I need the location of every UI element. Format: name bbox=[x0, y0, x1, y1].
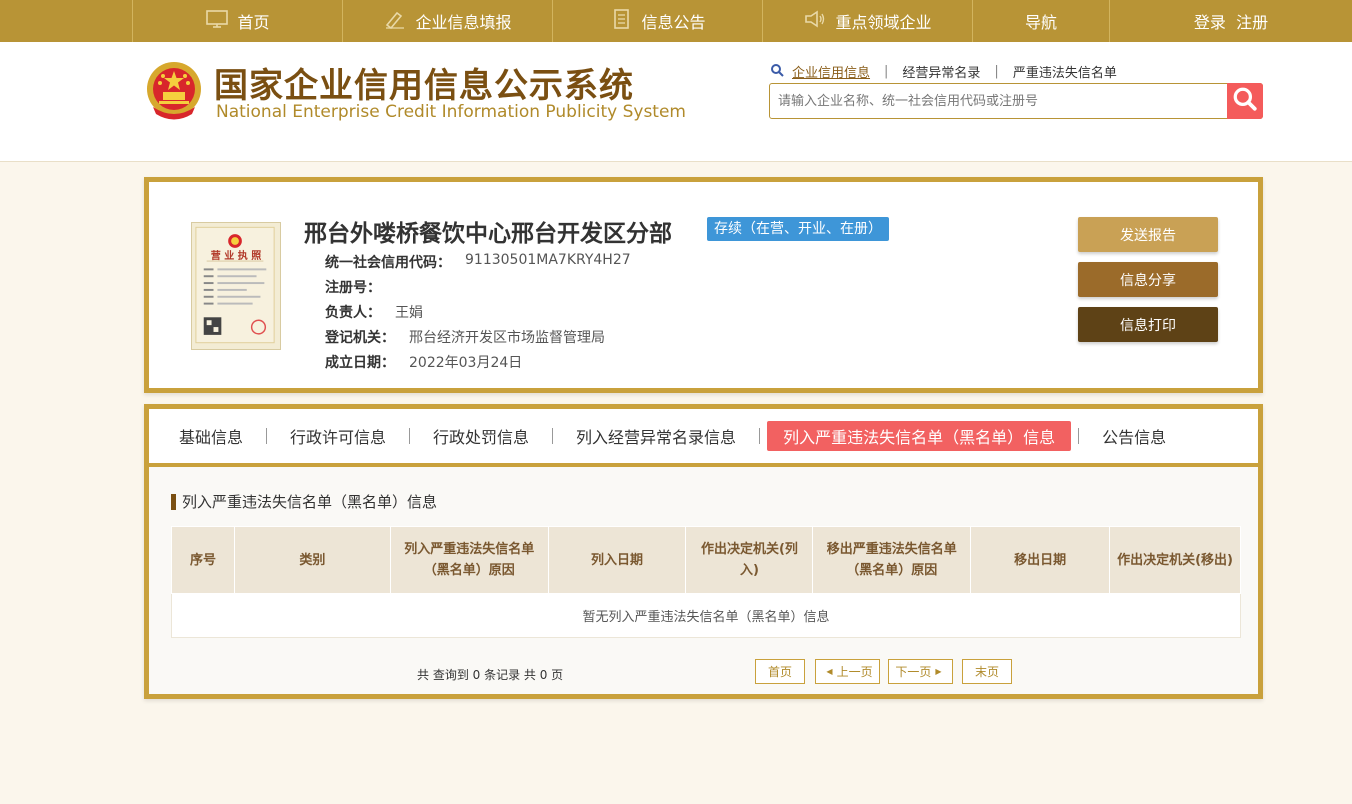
info-row-reg-no: 注册号： bbox=[325, 277, 395, 297]
site-header: 国家企业信用信息公示系统 National Enterprise Credit … bbox=[0, 42, 1352, 162]
table-header-row: 序号 类别 列入严重违法失信名单（黑名单）原因 列入日期 作出决定机关(列入) … bbox=[171, 526, 1241, 594]
link-separator: | bbox=[994, 64, 999, 79]
share-info-button[interactable]: 信息分享 bbox=[1078, 262, 1218, 297]
nav-key-label: 重点领域企业 bbox=[835, 13, 932, 32]
pager-next-button[interactable]: 下一页 ▶ bbox=[888, 659, 953, 684]
national-emblem-icon bbox=[145, 59, 203, 123]
pager-prev-button[interactable]: ◀ 上一页 bbox=[815, 659, 880, 684]
pen-icon bbox=[383, 9, 407, 33]
nav-spacer bbox=[0, 0, 133, 42]
authority-label: 登记机关： bbox=[325, 330, 395, 346]
info-row-credit-code: 统一社会信用代码： 91130501MA7KRY4H27 bbox=[325, 252, 631, 272]
tab-separator bbox=[266, 428, 268, 444]
document-icon bbox=[609, 9, 633, 33]
search-icon bbox=[1232, 86, 1258, 116]
col-remove-date: 移出日期 bbox=[970, 526, 1111, 594]
info-row-authority: 登记机关： 邢台经济开发区市场监督管理局 bbox=[325, 327, 605, 347]
license-title: 营 业 执 照 bbox=[210, 251, 262, 262]
tab-bar: 基础信息 行政许可信息 行政处罚信息 列入经营异常名录信息 列入严重违法失信名单… bbox=[149, 409, 1258, 467]
col-remove-authority: 作出决定机关(移出) bbox=[1109, 526, 1241, 594]
speaker-icon bbox=[803, 9, 827, 33]
business-license-image[interactable]: 营 业 执 照 bbox=[191, 222, 281, 350]
tab-admin-license[interactable]: 行政许可信息 bbox=[274, 421, 402, 451]
nav-home[interactable]: 首页 bbox=[133, 0, 343, 42]
tab-admin-penalty[interactable]: 行政处罚信息 bbox=[417, 421, 545, 451]
col-index: 序号 bbox=[171, 526, 235, 594]
quick-links: 企业信用信息 | 经营异常名录 | 严重违法失信名单 bbox=[770, 62, 1117, 81]
link-abnormal-list[interactable]: 经营异常名录 bbox=[902, 62, 980, 81]
search-button[interactable] bbox=[1227, 83, 1263, 119]
col-category: 类别 bbox=[233, 526, 391, 594]
info-row-principal: 负责人： 王娟 bbox=[325, 302, 423, 322]
nav-enterprise-filing[interactable]: 企业信息填报 bbox=[343, 0, 553, 42]
principal-label: 负责人： bbox=[325, 305, 381, 321]
pager-first-button[interactable]: 首页 bbox=[755, 659, 805, 684]
col-list-authority: 作出决定机关(列入) bbox=[685, 526, 814, 594]
triangle-left-icon: ◀ bbox=[826, 667, 833, 676]
print-info-button[interactable]: 信息打印 bbox=[1078, 307, 1218, 342]
top-nav: 首页 企业信息填报 信息公告 重点领域企业 导航 登录 注册 bbox=[0, 0, 1352, 42]
details-panel: 基础信息 行政许可信息 行政处罚信息 列入经营异常名录信息 列入严重违法失信名单… bbox=[144, 404, 1263, 699]
col-remove-reason: 移出严重违法失信名单（黑名单）原因 bbox=[812, 526, 972, 594]
company-name: 邢台外喽桥餐饮中心邢台开发区分部 bbox=[304, 221, 672, 247]
link-credit-info[interactable]: 企业信用信息 bbox=[792, 62, 870, 81]
section-title: 列入严重违法失信名单（黑名单）信息 bbox=[171, 494, 437, 510]
site-title-english: National Enterprise Credit Information P… bbox=[216, 102, 686, 122]
tab-blacklist[interactable]: 列入严重违法失信名单（黑名单）信息 bbox=[767, 421, 1072, 451]
credit-code-label: 统一社会信用代码： bbox=[325, 255, 451, 271]
tab-separator bbox=[409, 428, 411, 444]
nav-key-enterprises[interactable]: 重点领域企业 bbox=[763, 0, 973, 42]
tab-separator bbox=[1078, 428, 1080, 444]
send-report-button[interactable]: 发送报告 bbox=[1078, 217, 1218, 252]
link-blacklist[interactable]: 严重违法失信名单 bbox=[1013, 62, 1117, 81]
reg-no-label: 注册号： bbox=[325, 280, 381, 296]
col-list-date: 列入日期 bbox=[547, 526, 687, 594]
pager-last-button[interactable]: 末页 bbox=[962, 659, 1012, 684]
blacklist-table: 序号 类别 列入严重违法失信名单（黑名单）原因 列入日期 作出决定机关(列入) … bbox=[171, 526, 1241, 638]
monitor-icon bbox=[205, 9, 229, 33]
pager-last-label: 末页 bbox=[974, 665, 999, 679]
nav-guide-label: 导航 bbox=[1024, 13, 1057, 32]
nav-notice[interactable]: 信息公告 bbox=[553, 0, 763, 42]
tab-abnormal-list[interactable]: 列入经营异常名录信息 bbox=[560, 421, 752, 451]
tab-separator bbox=[759, 428, 761, 444]
pager-first-label: 首页 bbox=[767, 665, 792, 679]
pager-next-label: 下一页 bbox=[895, 665, 932, 679]
triangle-right-icon: ▶ bbox=[935, 667, 942, 676]
search-box bbox=[769, 83, 1263, 119]
link-separator: | bbox=[884, 64, 889, 79]
nav-filing-label: 企业信息填报 bbox=[415, 13, 512, 32]
search-small-icon bbox=[770, 63, 784, 81]
founded-value: 2022年03月24日 bbox=[409, 355, 523, 371]
principal-value: 王娟 bbox=[395, 305, 423, 321]
nav-login-register[interactable]: 登录 注册 bbox=[1110, 0, 1352, 42]
info-row-founded: 成立日期： 2022年03月24日 bbox=[325, 352, 522, 372]
company-card: 营 业 执 照 邢台外喽桥餐饮中心邢台开发区分部 存续（在营、开业、在册） 统一… bbox=[144, 177, 1263, 393]
col-list-reason: 列入严重违法失信名单（黑名单）原因 bbox=[389, 526, 549, 594]
nav-guide[interactable]: 导航 bbox=[973, 0, 1110, 42]
site-title: 国家企业信用信息公示系统 bbox=[214, 66, 634, 106]
status-badge: 存续（在营、开业、在册） bbox=[707, 217, 889, 241]
tab-basic-info[interactable]: 基础信息 bbox=[163, 421, 259, 451]
authority-value: 邢台经济开发区市场监督管理局 bbox=[409, 330, 605, 346]
empty-message: 暂无列入严重违法失信名单（黑名单）信息 bbox=[171, 593, 1241, 638]
credit-code-value: 91130501MA7KRY4H27 bbox=[465, 252, 631, 268]
nav-notice-label: 信息公告 bbox=[641, 13, 706, 32]
tab-separator bbox=[552, 428, 554, 444]
table-row: 暂无列入严重违法失信名单（黑名单）信息 bbox=[171, 593, 1241, 638]
pager-prev-label: 上一页 bbox=[836, 665, 873, 679]
founded-label: 成立日期： bbox=[325, 355, 395, 371]
pager-info: 共 查询到 0 条记录 共 0 页 bbox=[417, 668, 564, 682]
nav-login-label: 登录 注册 bbox=[1193, 13, 1269, 32]
tab-announcements[interactable]: 公告信息 bbox=[1086, 421, 1182, 451]
search-input[interactable] bbox=[770, 84, 1227, 118]
nav-home-label: 首页 bbox=[237, 13, 270, 32]
